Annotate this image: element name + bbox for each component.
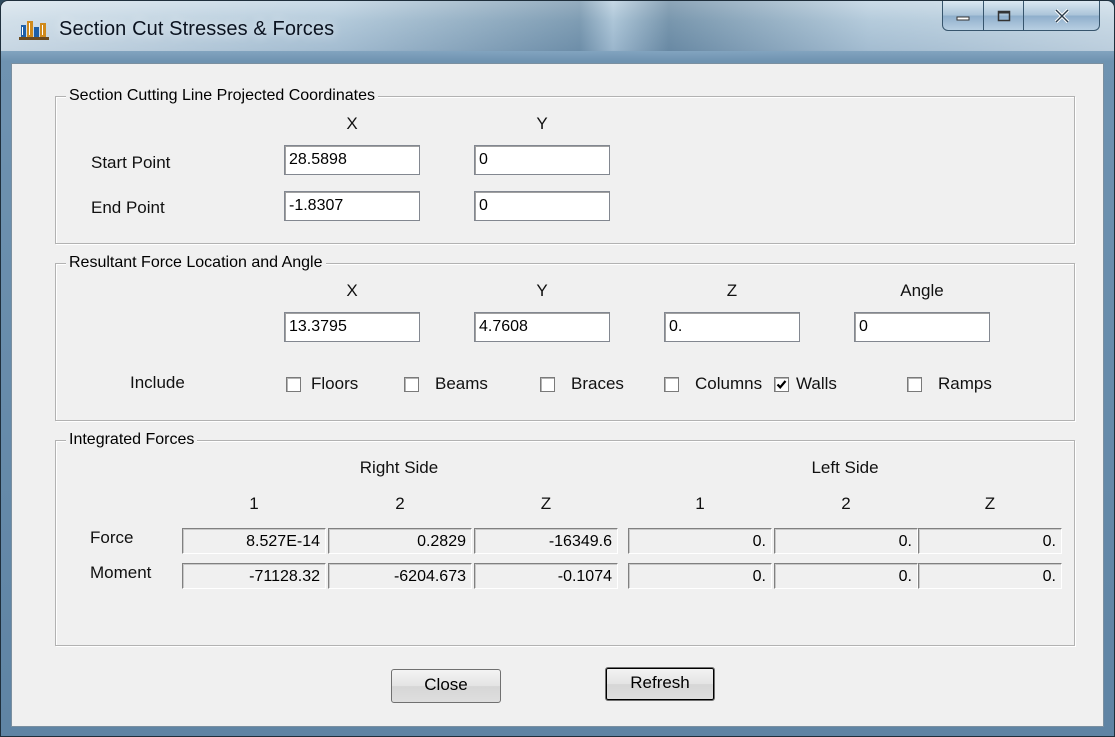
walls-label[interactable]: Walls [796, 373, 837, 395]
end-y-field[interactable]: 0 [474, 191, 610, 221]
braces-checkbox[interactable] [540, 377, 555, 392]
right-force-1: 8.527E-14 [182, 528, 326, 554]
resultant-angle-header: Angle [900, 281, 944, 300]
walls-checkbox[interactable] [774, 377, 789, 392]
right-col-1-header: 1 [249, 494, 259, 513]
close-icon [1054, 8, 1069, 23]
beams-checkbox[interactable] [404, 377, 419, 392]
columns-checkbox[interactable] [664, 377, 679, 392]
resultant-legend: Resultant Force Location and Angle [66, 252, 326, 274]
minimize-button[interactable] [942, 1, 984, 31]
right-moment-1: -71128.32 [182, 563, 326, 589]
left-force-2: 0. [774, 528, 918, 554]
resultant-z-header: Z [726, 281, 738, 300]
right-col-2-header: 2 [395, 494, 405, 513]
window-controls [942, 1, 1100, 31]
resultant-z-field[interactable]: 0. [664, 312, 800, 342]
beams-label[interactable]: Beams [435, 373, 488, 395]
minimize-icon [956, 16, 970, 20]
include-label: Include [130, 373, 185, 392]
braces-label[interactable]: Braces [571, 373, 624, 395]
end-x-field[interactable]: -1.8307 [284, 191, 420, 221]
building-icon [19, 19, 49, 41]
start-point-label: Start Point [91, 153, 171, 172]
section-y-header: Y [536, 114, 548, 133]
title-bar[interactable]: Section Cut Stresses & Forces [1, 1, 1114, 56]
right-moment-2: -6204.673 [328, 563, 472, 589]
maximize-icon [997, 10, 1010, 21]
columns-label[interactable]: Columns [695, 373, 762, 395]
resultant-angle-field[interactable]: 0 [854, 312, 990, 342]
left-force-z: 0. [918, 528, 1062, 554]
resultant-x-field[interactable]: 13.3795 [284, 312, 420, 342]
end-point-label: End Point [91, 198, 165, 217]
refresh-button[interactable]: Refresh [605, 667, 715, 701]
window-title: Section Cut Stresses & Forces [59, 18, 335, 40]
close-window-button[interactable] [1024, 1, 1100, 31]
checkmark-icon [776, 380, 787, 389]
force-row-label: Force [90, 528, 134, 547]
ramps-label[interactable]: Ramps [938, 373, 992, 395]
left-col-2-header: 2 [841, 494, 851, 513]
ramps-checkbox[interactable] [907, 377, 922, 392]
section-cut-dialog: Section Cut Stresses & Forces Section Cu… [0, 0, 1115, 737]
left-side-header: Left Side [811, 458, 879, 477]
right-col-z-header: Z [540, 494, 552, 513]
floors-label[interactable]: Floors [311, 373, 358, 395]
close-button[interactable]: Close [391, 669, 501, 703]
resultant-y-header: Y [536, 281, 548, 300]
left-moment-2: 0. [774, 563, 918, 589]
integrated-forces-group: Integrated Forces Right Side Left Side 1… [55, 429, 1075, 646]
right-force-z: -16349.6 [474, 528, 618, 554]
right-force-2: 0.2829 [328, 528, 472, 554]
moment-row-label: Moment [90, 563, 152, 582]
dialog-body: Section Cutting Line Projected Coordinat… [11, 63, 1104, 727]
floors-checkbox[interactable] [286, 377, 301, 392]
left-moment-z: 0. [918, 563, 1062, 589]
resultant-x-header: X [346, 281, 358, 300]
start-x-field[interactable]: 28.5898 [284, 145, 420, 175]
left-col-z-header: Z [984, 494, 996, 513]
section-line-group: Section Cutting Line Projected Coordinat… [55, 85, 1075, 244]
section-x-header: X [346, 114, 358, 133]
section-line-legend: Section Cutting Line Projected Coordinat… [66, 85, 378, 107]
right-side-header: Right Side [359, 458, 439, 477]
start-y-field[interactable]: 0 [474, 145, 610, 175]
maximize-button[interactable] [984, 1, 1024, 31]
integrated-legend: Integrated Forces [66, 429, 198, 451]
left-col-1-header: 1 [695, 494, 705, 513]
left-moment-1: 0. [628, 563, 772, 589]
resultant-y-field[interactable]: 4.7608 [474, 312, 610, 342]
resultant-group: Resultant Force Location and Angle X Y Z… [55, 252, 1075, 421]
left-force-1: 0. [628, 528, 772, 554]
right-moment-z: -0.1074 [474, 563, 618, 589]
